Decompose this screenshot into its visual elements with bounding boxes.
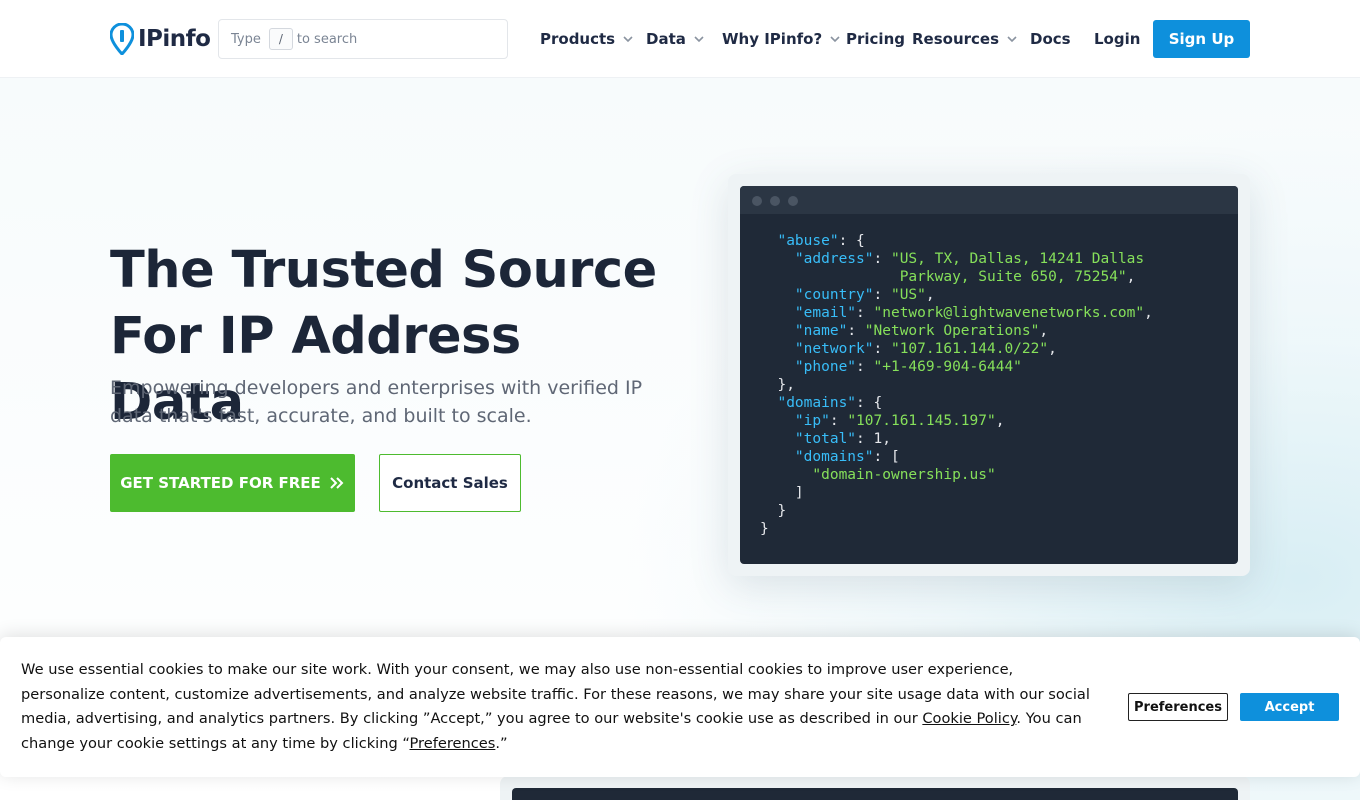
accept-button[interactable]: Accept [1240, 693, 1339, 721]
json-key: "domains" [777, 395, 857, 411]
nav-item-products[interactable]: Products [540, 28, 634, 50]
json-key: "email" [794, 305, 857, 321]
signup-button[interactable]: Sign Up [1153, 20, 1250, 58]
nav-label: Login [1094, 30, 1141, 48]
chevron-down-icon [623, 36, 633, 43]
json-value: "domain-ownership.us" [812, 467, 996, 483]
json-value: "network@lightwavenetworks.com" [873, 305, 1145, 321]
nav-label: Resources [912, 30, 1000, 48]
nav-item-data[interactable]: Data [646, 28, 705, 50]
json-code: "abuse": { "address": "US, TX, Dallas, 1… [760, 233, 1153, 537]
site-header: IPinfo Type / to search Products Data Wh… [0, 0, 1360, 78]
get-started-label: GET STARTED FOR FREE [120, 474, 321, 492]
json-key: "abuse" [777, 233, 839, 249]
hero-subtitle: Empowering developers and enterprises wi… [110, 377, 643, 427]
cookie-text-part: .” [495, 734, 508, 752]
double-chevron-right-icon [330, 477, 344, 489]
nav-label: Why IPinfo? [722, 30, 823, 48]
json-key: "network" [794, 341, 874, 357]
window-dot-icon [788, 196, 798, 206]
json-value: Parkway, Suite 650, 75254" [899, 269, 1127, 285]
json-value: "US" [890, 287, 926, 303]
chevron-down-icon [694, 36, 704, 43]
get-started-button[interactable]: GET STARTED FOR FREE [110, 454, 355, 512]
json-value: 1 [873, 431, 883, 447]
nav-item-why-ipinfo[interactable]: Why IPinfo? [722, 28, 841, 50]
window-title-bar [740, 186, 1238, 214]
json-value: "US, TX, Dallas, 14241 Dallas [890, 251, 1145, 267]
json-key: "name" [794, 323, 848, 339]
cookie-policy-link[interactable]: Cookie Policy [922, 710, 1016, 727]
nav-item-pricing[interactable]: Pricing [846, 28, 905, 50]
json-key: "country" [794, 287, 874, 303]
nav-label: Products [540, 30, 616, 48]
chevron-down-icon [830, 36, 840, 43]
json-key: "ip" [794, 413, 830, 429]
preferences-button[interactable]: Preferences [1128, 693, 1228, 721]
nav-label: Data [646, 30, 686, 48]
nav-label: Pricing [846, 30, 905, 48]
chevron-down-icon [1007, 36, 1017, 43]
cookie-banner: We use essential cookies to make our sit… [0, 637, 1360, 777]
window-dot-icon [770, 196, 780, 206]
preferences-link[interactable]: Preferences [410, 735, 496, 752]
secondary-code-window [512, 788, 1238, 800]
json-value: "107.161.144.0/22" [890, 341, 1049, 357]
contact-sales-button[interactable]: Contact Sales [379, 454, 521, 512]
json-value: "Network Operations" [864, 323, 1040, 339]
json-value: "+1-469-904-6444" [873, 359, 1022, 375]
json-key: "address" [794, 251, 874, 267]
window-dot-icon [752, 196, 762, 206]
json-key: "phone" [794, 359, 857, 375]
nav-item-resources[interactable]: Resources [912, 28, 1018, 50]
json-key: "domains" [794, 449, 874, 465]
nav-item-login[interactable]: Login [1094, 28, 1140, 50]
json-value: "107.161.145.197" [847, 413, 996, 429]
cookie-message: We use essential cookies to make our sit… [21, 658, 1101, 756]
code-sample-window: "abuse": { "address": "US, TX, Dallas, 1… [740, 186, 1238, 564]
json-key: "total" [794, 431, 857, 447]
nav-item-docs[interactable]: Docs [1030, 28, 1071, 50]
hero-title-line-1: The Trusted Source [110, 241, 657, 300]
nav-label: Docs [1030, 30, 1071, 48]
